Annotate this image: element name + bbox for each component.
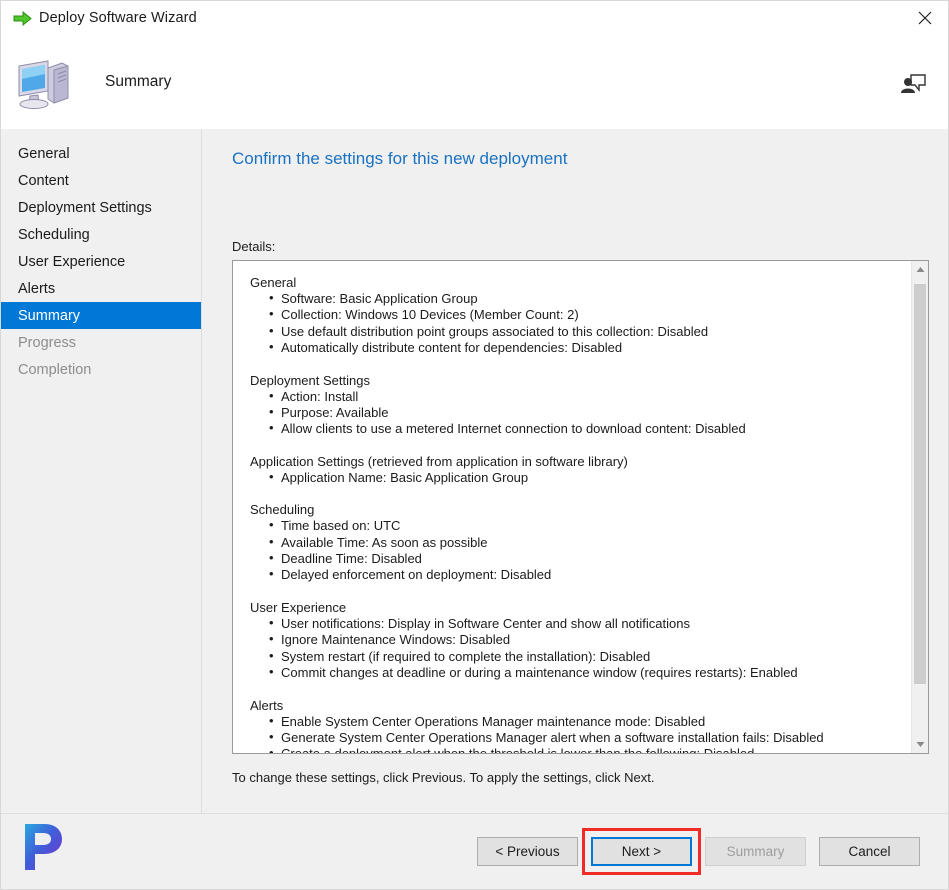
section-title: General	[250, 275, 297, 290]
page-title: Confirm the settings for this new deploy…	[232, 149, 568, 168]
list-item: Purpose: Available	[269, 404, 911, 421]
header-title: Summary	[105, 73, 172, 90]
details-panel: General Software: Basic Application Grou…	[232, 260, 929, 754]
person-speech-bubble-icon	[901, 74, 926, 93]
scroll-up-button[interactable]	[912, 261, 928, 278]
section-list: Enable System Center Operations Manager …	[250, 712, 911, 753]
wizard-footer: < Previous Next > Summary Cancel	[1, 813, 948, 889]
sidebar-item-label: General	[18, 145, 70, 162]
chevron-down-icon	[916, 742, 924, 747]
sidebar-item-content[interactable]: Content	[1, 167, 201, 194]
section-list: User notifications: Display in Software …	[250, 615, 911, 682]
list-item: Ignore Maintenance Windows: Disabled	[269, 631, 911, 648]
section-title: Scheduling	[250, 502, 315, 518]
details-section-deployment-settings: Deployment Settings Action: Install Purp…	[250, 373, 911, 438]
list-item: Software: Basic Application Group	[269, 290, 911, 307]
wizard-header: Summary	[1, 35, 948, 129]
list-item: Available Time: As soon as possible	[269, 534, 911, 551]
list-item: Commit changes at deadline or during a m…	[269, 664, 911, 681]
deploy-software-wizard-window: Deploy Software Wizard Summary General C…	[0, 0, 949, 890]
details-section-scheduling: Scheduling Time based on: UTC Available …	[250, 502, 911, 584]
section-list: Software: Basic Application Group Collec…	[250, 290, 911, 357]
chevron-up-icon	[916, 267, 924, 272]
details-section-alerts: Alerts Enable System Center Operations M…	[250, 698, 911, 754]
section-title: Deployment Settings	[250, 372, 370, 388]
computer-icon	[18, 60, 69, 109]
sidebar-item-general[interactable]: General	[1, 140, 201, 167]
list-item: Deadline Time: Disabled	[269, 550, 911, 567]
details-section-general: General Software: Basic Application Grou…	[250, 275, 911, 357]
list-item: Generate System Center Operations Manage…	[269, 729, 911, 746]
sidebar-item-label: Scheduling	[18, 226, 90, 243]
sidebar-item-deployment-settings[interactable]: Deployment Settings	[1, 194, 201, 221]
wizard-step-nav: General Content Deployment Settings Sche…	[1, 129, 202, 813]
list-item: Action: Install	[269, 388, 911, 405]
sidebar-item-progress: Progress	[1, 329, 201, 356]
sidebar-item-scheduling[interactable]: Scheduling	[1, 221, 201, 248]
sidebar-item-user-experience[interactable]: User Experience	[1, 248, 201, 275]
sidebar-item-label: User Experience	[18, 253, 126, 270]
wizard-body: General Content Deployment Settings Sche…	[1, 129, 948, 813]
details-vertical-scrollbar[interactable]	[911, 261, 928, 753]
section-list: Action: Install Purpose: Available Allow…	[250, 388, 911, 438]
instruction-text: To change these settings, click Previous…	[232, 770, 655, 785]
sidebar-item-label: Content	[18, 172, 69, 189]
list-item: Enable System Center Operations Manager …	[269, 712, 911, 730]
sidebar-item-label: Deployment Settings	[18, 199, 152, 216]
sidebar-item-label: Progress	[18, 334, 77, 351]
close-button[interactable]	[902, 1, 948, 35]
details-label: Details:	[232, 239, 276, 254]
details-section-user-experience: User Experience User notifications: Disp…	[250, 600, 911, 682]
cancel-button[interactable]: Cancel	[819, 837, 920, 866]
list-item: Time based on: UTC	[269, 517, 911, 534]
list-item: Collection: Windows 10 Devices (Member C…	[269, 306, 911, 323]
list-item: Delayed enforcement on deployment: Disab…	[269, 566, 911, 583]
list-item: User notifications: Display in Software …	[269, 615, 911, 632]
sidebar-item-label: Alerts	[18, 280, 56, 297]
section-title: Alerts	[250, 697, 284, 713]
window-title: Deploy Software Wizard	[39, 10, 197, 26]
section-title: Application Settings (retrieved from app…	[250, 453, 628, 469]
next-button[interactable]: Next >	[591, 837, 692, 866]
summary-button: Summary	[705, 837, 806, 866]
sidebar-item-alerts[interactable]: Alerts	[1, 275, 201, 302]
list-item: Use default distribution point groups as…	[269, 323, 911, 340]
help-feedback-button[interactable]	[896, 65, 930, 99]
sidebar-item-summary[interactable]: Summary	[1, 302, 201, 329]
details-text-area: General Software: Basic Application Grou…	[233, 261, 911, 753]
details-section-application-settings: Application Settings (retrieved from app…	[250, 454, 911, 486]
scroll-thumb[interactable]	[914, 284, 926, 684]
section-title: User Experience	[250, 599, 347, 615]
section-list: Time based on: UTC Available Time: As so…	[250, 517, 911, 584]
wizard-content: Confirm the settings for this new deploy…	[202, 129, 948, 813]
close-icon	[918, 11, 932, 25]
list-item: Application Name: Basic Application Grou…	[269, 469, 911, 486]
title-bar: Deploy Software Wizard	[1, 1, 948, 35]
list-item: Create a deployment alert when the thres…	[269, 745, 911, 753]
section-list: Application Name: Basic Application Grou…	[250, 469, 911, 486]
sidebar-item-label: Completion	[18, 361, 92, 378]
list-item: System restart (if required to complete …	[269, 648, 911, 665]
list-item: Allow clients to use a metered Internet …	[269, 420, 911, 437]
previous-button[interactable]: < Previous	[477, 837, 578, 866]
sidebar-item-label: Summary	[18, 307, 81, 324]
green-right-arrow-icon	[13, 10, 32, 26]
list-item: Automatically distribute content for dep…	[269, 339, 911, 356]
scroll-track[interactable]	[912, 278, 928, 736]
sidebar-item-completion: Completion	[1, 356, 201, 383]
scroll-down-button[interactable]	[912, 736, 928, 753]
next-button-group: Next >	[582, 828, 701, 875]
